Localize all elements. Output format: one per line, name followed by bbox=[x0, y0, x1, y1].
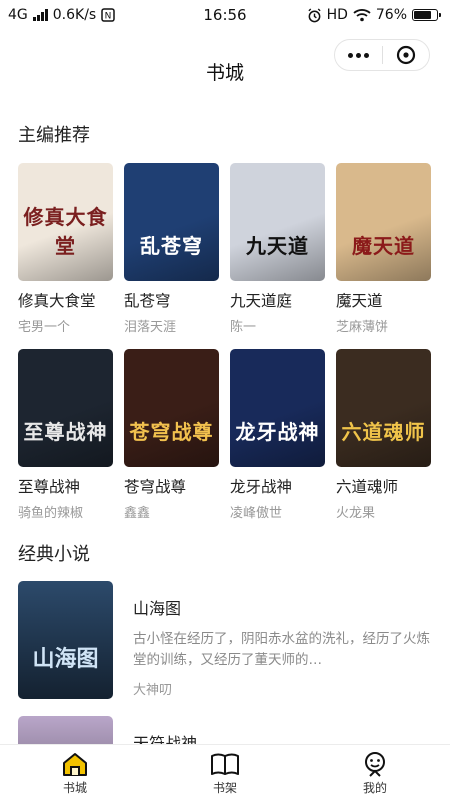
book-title: 苍穹战尊 bbox=[124, 478, 187, 496]
cover-title-text: 修真大食堂 bbox=[23, 205, 108, 258]
cover-title-text: 六道魂师 bbox=[341, 420, 426, 444]
book-author: 陈一 bbox=[230, 320, 257, 335]
tab-bookstore[interactable]: 书城 bbox=[0, 745, 150, 800]
title-bar: 书城 bbox=[0, 36, 450, 106]
featured-book-grid: 修真大食堂 修真大食堂 宅男一个 乱苍穹 乱苍穹 泪落天涯 九天道 九天道庭 陈一 魔天道 魔天道芝… bbox=[18, 163, 438, 521]
more-dots-icon bbox=[347, 52, 369, 58]
list-item-info: 山海图古小怪在经历了，阴阳赤水盆的洗礼，经历了火炼堂的训练，又经历了董天师的… 大… bbox=[133, 581, 438, 699]
book-title: 乱苍穹 bbox=[124, 292, 171, 310]
cover-title-text: 魔天道 bbox=[352, 234, 415, 258]
signal-icon bbox=[32, 9, 48, 21]
book-card[interactable]: 至尊战神 至尊战神 骑鱼的辣椒 bbox=[18, 349, 113, 521]
book-title: 山海图 bbox=[133, 599, 182, 618]
book-card[interactable]: 修真大食堂 修真大食堂 宅男一个 bbox=[18, 163, 113, 335]
book-card[interactable]: 六道魂师 六道魂师 火龙果 bbox=[336, 349, 431, 521]
book-author: 凌峰傲世 bbox=[230, 506, 283, 521]
book-author: 大神叨 bbox=[133, 683, 173, 698]
home-icon bbox=[61, 751, 89, 777]
status-left: 4G 0.6K/s N bbox=[8, 7, 115, 23]
cover-title-text: 乱苍穹 bbox=[140, 234, 203, 258]
cover-title-text: 龙牙战神 bbox=[235, 420, 320, 444]
book-author: 芝麻薄饼 bbox=[336, 320, 389, 335]
status-bar: 4G 0.6K/s N 16:56 HD 76% bbox=[0, 0, 450, 30]
book-author: 火龙果 bbox=[336, 506, 376, 521]
svg-text:N: N bbox=[105, 12, 112, 22]
tab-me[interactable]: 我的 bbox=[300, 745, 450, 800]
book-card[interactable]: 九天道九天道庭陈一 bbox=[230, 163, 325, 335]
book-author: 宅男一个 bbox=[18, 320, 71, 335]
bottom-tab-bar: 书城 书架 我的 bbox=[0, 744, 450, 800]
tab-label: 我的 bbox=[362, 781, 387, 795]
book-card[interactable]: 苍穹战尊 苍穹战尊 鑫鑫 bbox=[124, 349, 219, 521]
book-card[interactable]: 乱苍穹 乱苍穹 泪落天涯 bbox=[124, 163, 219, 335]
book-cover[interactable]: 至尊战神 bbox=[18, 349, 113, 467]
profile-icon bbox=[361, 751, 389, 777]
book-cover[interactable]: 九天道 bbox=[230, 163, 325, 281]
book-title: 龙牙战神 bbox=[230, 478, 293, 496]
book-description: 古小怪在经历了，阴阳赤水盆的洗礼，经历了火炼堂的训练，又经历了董天师的… bbox=[133, 631, 430, 668]
cover-title-text: 至尊战神 bbox=[23, 420, 108, 444]
network-speed: 0.6K/s bbox=[52, 7, 97, 23]
tab-label: 书城 bbox=[62, 781, 87, 795]
book-title: 六道魂师 bbox=[336, 478, 399, 496]
alarm-icon bbox=[307, 7, 321, 22]
mini-program-capsule bbox=[334, 39, 430, 71]
book-title: 九天道庭 bbox=[230, 292, 293, 310]
battery-icon bbox=[412, 9, 441, 21]
book-cover[interactable]: 乱苍穹 bbox=[124, 163, 219, 281]
book-cover[interactable]: 修真大食堂 bbox=[18, 163, 113, 281]
open-book-icon bbox=[210, 751, 240, 777]
close-circle-icon bbox=[396, 45, 415, 65]
list-item[interactable]: 山海图 山海图 古小怪在经历了，阴阳赤水盆的洗礼，经历了火炼堂的训练，又经历了董天师… bbox=[18, 581, 438, 699]
nfc-icon: N bbox=[101, 8, 115, 22]
book-author: 泪落天涯 bbox=[124, 320, 177, 335]
book-cover[interactable]: 山海图 bbox=[18, 581, 113, 699]
book-cover[interactable]: 龙牙战神 bbox=[230, 349, 325, 467]
tab-bookshelf[interactable]: 书架 bbox=[150, 745, 300, 800]
book-card[interactable]: 魔天道 魔天道 芝麻薄饼 bbox=[336, 163, 431, 335]
network-type: 4G bbox=[8, 7, 28, 23]
wifi-icon bbox=[353, 9, 371, 22]
cover-title-text: 山海图 bbox=[32, 646, 99, 672]
close-button[interactable] bbox=[383, 40, 430, 70]
book-cover[interactable]: 苍穹战尊 bbox=[124, 349, 219, 467]
battery-percent: 76% bbox=[375, 7, 407, 23]
more-button[interactable] bbox=[335, 40, 382, 70]
status-right: HD 76% bbox=[307, 7, 441, 23]
book-title: 魔天道 bbox=[336, 292, 383, 310]
cover-title-text: 苍穹战尊 bbox=[129, 420, 214, 444]
classic-section-title: 经典小说 bbox=[18, 544, 90, 565]
book-cover[interactable]: 六道魂师 bbox=[336, 349, 431, 467]
tab-label: 书架 bbox=[212, 781, 237, 795]
book-title: 修真大食堂 bbox=[18, 292, 96, 310]
book-author: 骑鱼的辣椒 bbox=[18, 506, 84, 521]
cover-title-text: 九天道 bbox=[246, 234, 309, 258]
book-author: 鑫鑫 bbox=[124, 506, 151, 521]
book-cover[interactable]: 魔天道 bbox=[336, 163, 431, 281]
book-title: 至尊战神 bbox=[18, 478, 81, 496]
hd-label: HD bbox=[326, 7, 348, 23]
book-card[interactable]: 龙牙战神 龙牙战神 凌峰傲世 bbox=[230, 349, 325, 521]
featured-section-title: 主编推荐 bbox=[18, 125, 90, 146]
